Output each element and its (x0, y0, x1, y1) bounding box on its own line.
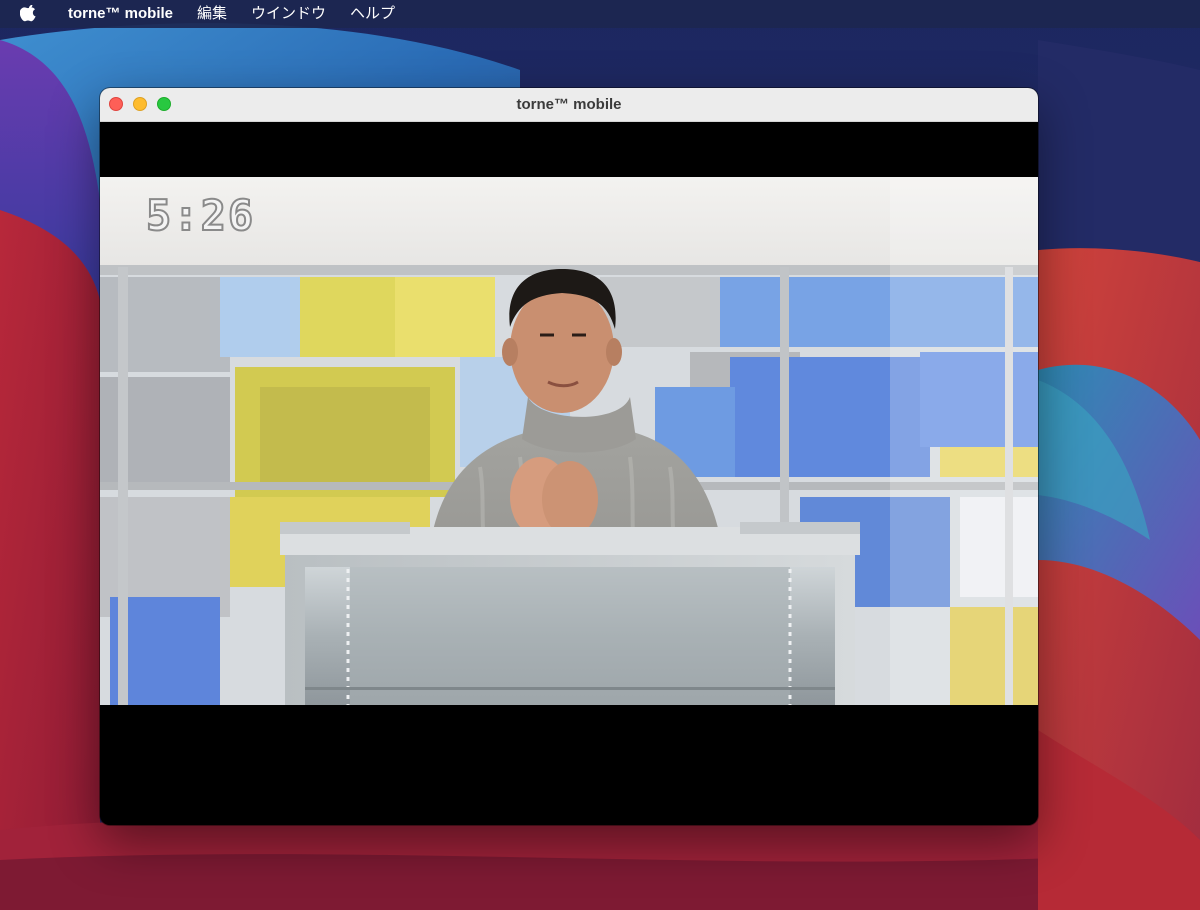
menu-bar: torne™ mobile 編集 ウインドウ ヘルプ (0, 0, 1200, 28)
window-titlebar[interactable]: torne™ mobile (100, 88, 1038, 122)
video-frame: 5:26 (100, 177, 1038, 705)
video-scene (100, 177, 1038, 705)
video-player[interactable]: 5:26 (100, 122, 1038, 825)
apple-logo-shape (20, 4, 36, 21)
menu-window[interactable]: ウインドウ (239, 0, 338, 28)
app-window: torne™ mobile 5:26 (100, 88, 1038, 825)
window-title: torne™ mobile (516, 96, 622, 113)
apple-icon[interactable] (20, 4, 50, 24)
menu-app-name[interactable]: torne™ mobile (50, 0, 185, 28)
menu-edit[interactable]: 編集 (185, 0, 239, 28)
video-timer-overlay: 5:26 (145, 190, 256, 241)
menu-help[interactable]: ヘルプ (338, 0, 407, 28)
